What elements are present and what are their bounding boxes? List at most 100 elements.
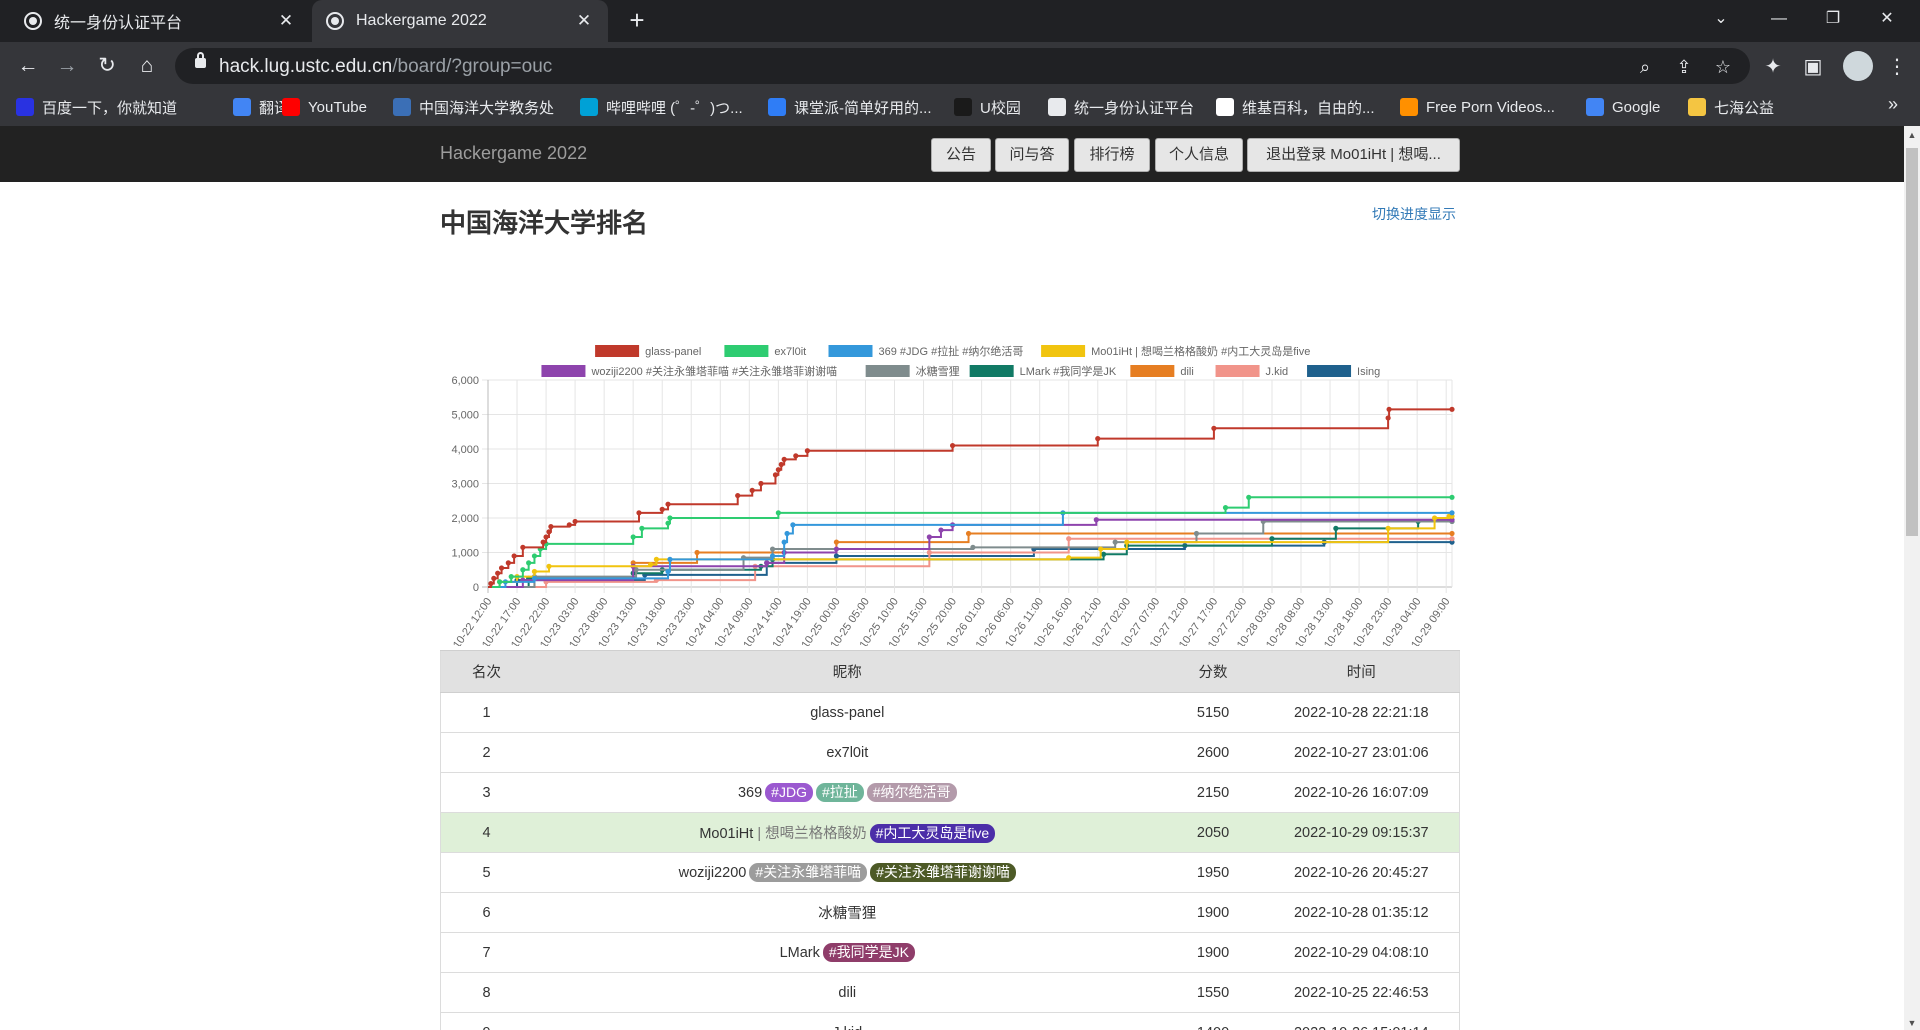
u-icon bbox=[954, 98, 972, 116]
nav-leaderboard-button[interactable]: 排行榜 bbox=[1074, 138, 1150, 172]
data-point bbox=[1093, 517, 1099, 523]
user-tag-badge: #关注永雏塔菲喵 bbox=[749, 863, 868, 882]
bookmark-star-icon[interactable]: ☆ bbox=[1711, 55, 1735, 79]
user-tag-badge: #内工大灵岛是five bbox=[869, 824, 996, 843]
bookmark-item[interactable]: 翻译 bbox=[233, 90, 289, 124]
ketangpai-icon bbox=[768, 98, 786, 116]
data-point bbox=[1449, 530, 1455, 537]
nav-profile-button[interactable]: 个人信息 bbox=[1155, 138, 1243, 172]
bookmark-label: Free Porn Videos... bbox=[1426, 98, 1555, 116]
legend-label: Ising bbox=[1357, 366, 1380, 378]
tab-search-chevron-icon[interactable]: ⌄ bbox=[1698, 0, 1744, 38]
data-point bbox=[1246, 494, 1252, 500]
table-row: 8 dili 1550 2022-10-25 22:46:53 bbox=[440, 972, 1460, 1013]
data-point bbox=[653, 556, 660, 562]
browser-menu-icon[interactable]: ⋮ bbox=[1884, 54, 1910, 80]
data-point bbox=[735, 492, 741, 499]
data-point bbox=[778, 461, 784, 468]
bookmark-item[interactable]: YouTube bbox=[282, 90, 367, 124]
youtube-icon bbox=[282, 98, 300, 116]
header-rank[interactable]: 名次 bbox=[440, 650, 533, 693]
score-cell: 2050 bbox=[1162, 812, 1264, 853]
page-scrollbar[interactable]: ▲ ▼ bbox=[1904, 126, 1920, 1030]
bookmark-item[interactable]: Google bbox=[1586, 90, 1660, 124]
minimize-button[interactable]: — bbox=[1756, 0, 1802, 38]
bookmark-item[interactable]: Free Porn Videos... bbox=[1400, 90, 1555, 124]
reload-button[interactable]: ↻ bbox=[91, 50, 123, 82]
zoom-search-icon[interactable]: ⌕ bbox=[1633, 55, 1657, 79]
globe-icon bbox=[24, 12, 42, 30]
nickname-cell: 369 #JDG #拉扯 #纳尔绝活哥 bbox=[532, 772, 1163, 813]
nav-logout-button[interactable]: 退出登录 Mo01iHt | 想喝... bbox=[1247, 138, 1460, 172]
y-tick-label: 0 bbox=[473, 582, 479, 594]
scroll-up-icon[interactable]: ▲ bbox=[1904, 130, 1920, 140]
y-tick-label: 3,000 bbox=[451, 479, 479, 491]
forward-button[interactable]: → bbox=[51, 50, 83, 82]
bookmark-item[interactable]: 哔哩哔哩 (゜-゜)つ... bbox=[580, 90, 743, 124]
scroll-down-icon[interactable]: ▼ bbox=[1904, 1018, 1920, 1028]
nav-announcements-button[interactable]: 公告 bbox=[931, 138, 991, 172]
rank-cell: 3 bbox=[440, 772, 533, 813]
bookmarks-bar: 百度一下，你就知道 翻译 YouTube 中国海洋大学教务处 哔哩哔哩 (゜-゜)つ..… bbox=[0, 90, 1920, 126]
tab-auth-platform[interactable]: 统一身份认证平台 ✕ bbox=[10, 0, 310, 42]
data-point bbox=[775, 510, 781, 516]
time-cell: 2022-10-26 16:07:09 bbox=[1263, 772, 1460, 813]
nickname: LMark bbox=[779, 945, 820, 961]
share-icon[interactable]: ⇪ bbox=[1672, 55, 1696, 79]
bookmark-item[interactable]: 统一身份认证平台 bbox=[1048, 90, 1194, 124]
data-point bbox=[531, 568, 538, 575]
url-text[interactable]: hack.lug.ustc.edu.cn/board/?group=ouc bbox=[219, 56, 552, 78]
address-bar[interactable]: hack.lug.ustc.edu.cn/board/?group=ouc ⌕ … bbox=[175, 48, 1750, 84]
bookmark-label: U校园 bbox=[980, 99, 1021, 117]
time-cell: 2022-10-26 15:01:14 bbox=[1263, 1012, 1460, 1030]
bookmark-label: 课堂派-简单好用的... bbox=[794, 99, 932, 117]
score-cell: 2150 bbox=[1162, 772, 1264, 813]
data-point bbox=[531, 553, 538, 559]
data-point bbox=[1333, 525, 1339, 531]
bookmark-item[interactable]: U校园 bbox=[954, 90, 1021, 124]
data-point bbox=[970, 544, 976, 550]
bookmark-item[interactable]: 中国海洋大学教务处 bbox=[393, 90, 554, 124]
header-nickname[interactable]: 昵称 bbox=[532, 650, 1163, 693]
scrollbar-thumb[interactable] bbox=[1906, 148, 1918, 536]
browser-toolbar: ← → ↻ ⌂ hack.lug.ustc.edu.cn/board/?grou… bbox=[0, 42, 1920, 90]
score-chart: glass-panel ex7l0it 369 #JDG #拉扯 #纳尔绝活哥 Mo0… bbox=[451, 344, 1455, 646]
data-point bbox=[1100, 551, 1107, 557]
header-time[interactable]: 时间 bbox=[1263, 650, 1460, 693]
toggle-progress-link[interactable]: 切换进度显示 bbox=[1372, 204, 1456, 224]
close-window-button[interactable]: ✕ bbox=[1864, 0, 1910, 38]
data-point bbox=[1386, 406, 1392, 412]
new-tab-button[interactable]: + bbox=[622, 6, 652, 36]
nickname: ex7l0it bbox=[826, 744, 869, 761]
close-tab-icon[interactable]: ✕ bbox=[574, 11, 594, 31]
bookmark-item[interactable]: 百度一下，你就知道 bbox=[16, 90, 177, 124]
bookmark-item[interactable]: 七海公益 bbox=[1688, 90, 1774, 124]
rank-cell: 8 bbox=[440, 972, 533, 1013]
data-point bbox=[1193, 530, 1200, 537]
table-row: 5 woziji2200 #关注永雏塔菲喵 #关注永雏塔菲谢谢喵 1950 2022-10… bbox=[440, 852, 1460, 893]
data-point bbox=[1385, 415, 1391, 421]
back-button[interactable]: ← bbox=[12, 50, 44, 82]
table-row: 9 J.kid 14002022-10-26 15:01:14 bbox=[440, 1012, 1460, 1030]
nickname: J.kid bbox=[832, 1025, 862, 1030]
home-button[interactable]: ⌂ bbox=[131, 50, 163, 82]
header-score[interactable]: 分数 bbox=[1162, 650, 1264, 693]
bookmark-item[interactable]: 维基百科，自由的... bbox=[1216, 90, 1375, 124]
nav-qa-button[interactable]: 问与答 bbox=[995, 138, 1069, 172]
rank-cell: 1 bbox=[440, 692, 533, 733]
data-point bbox=[694, 549, 700, 556]
side-panel-icon[interactable]: ▣ bbox=[1800, 54, 1826, 80]
data-point bbox=[1449, 536, 1455, 542]
bookmark-item[interactable]: 课堂派-简单好用的... bbox=[768, 90, 932, 124]
extensions-icon[interactable]: ✦ bbox=[1760, 54, 1786, 80]
time-cell: 2022-10-26 20:45:27 bbox=[1263, 852, 1460, 893]
tab-hackergame[interactable]: Hackergame 2022 ✕ bbox=[312, 0, 608, 42]
restore-button[interactable]: ❐ bbox=[1810, 0, 1856, 38]
profile-avatar[interactable] bbox=[1843, 51, 1873, 81]
legend-label: ex7l0it bbox=[774, 346, 806, 358]
close-tab-icon[interactable]: ✕ bbox=[276, 11, 296, 31]
time-cell: 2022-10-25 22:46:53 bbox=[1263, 972, 1460, 1013]
site-brand[interactable]: Hackergame 2022 bbox=[440, 143, 587, 164]
more-bookmarks-icon[interactable]: » bbox=[1888, 94, 1898, 115]
data-point bbox=[511, 553, 517, 559]
